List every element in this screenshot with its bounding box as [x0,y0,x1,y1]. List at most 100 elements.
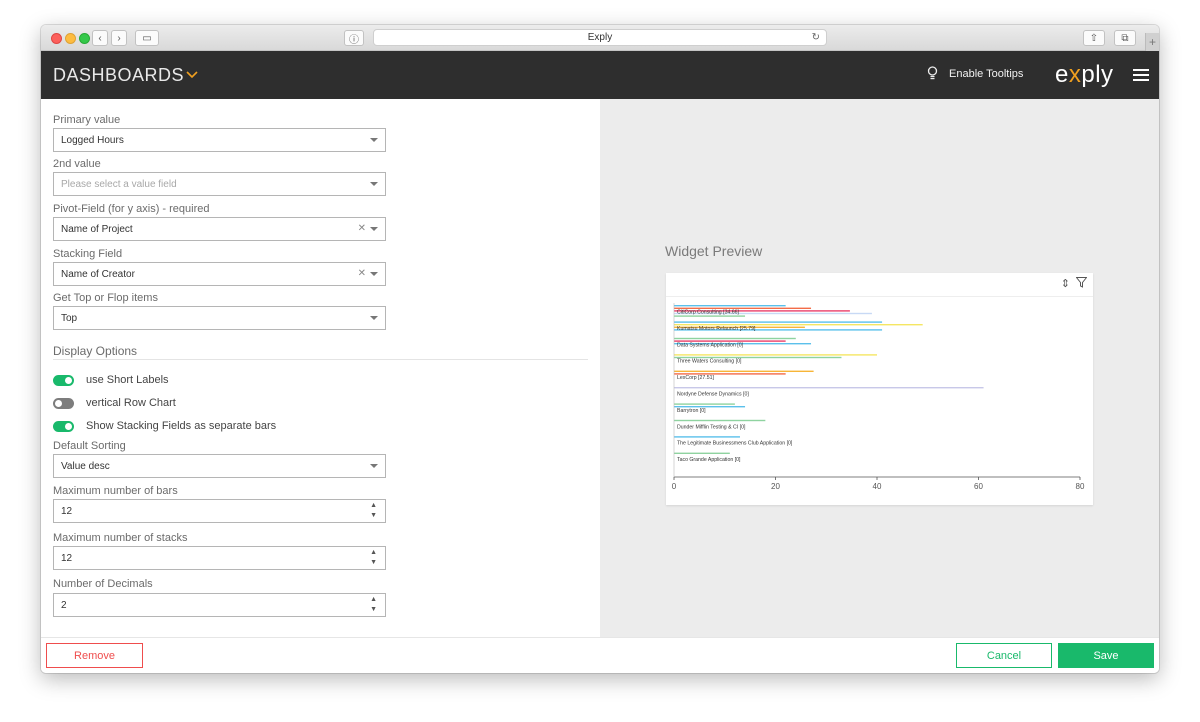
separate-bars-toggle[interactable] [53,421,74,432]
cancel-button[interactable]: Cancel [956,643,1052,668]
reload-icon[interactable]: ↻ [812,32,820,43]
bar-category-label: Kumatsu Motors Relaunch [25.79] [677,326,756,332]
second-value-select[interactable]: Please select a value field [53,172,386,196]
caret-down-icon [370,316,378,320]
clear-icon[interactable]: ✕ [358,268,366,279]
filter-icon[interactable] [1075,277,1088,288]
display-options-heading: Display Options [53,344,138,358]
sort-icon[interactable]: ⇕ [1061,278,1070,290]
chart-bar [674,315,746,317]
minimize-window-button[interactable] [65,33,76,44]
chart-bar [674,370,814,372]
max-bars-input[interactable]: 12 ▲ ▼ [53,499,386,523]
remove-button[interactable]: Remove [46,643,143,668]
bar-category-label: Nordyne Defense Dynamics [0] [677,392,749,398]
x-tick-label: 40 [873,482,882,491]
tabs-overview-button[interactable]: ⧉ [1114,30,1136,46]
x-tick-label: 0 [672,482,677,491]
save-button[interactable]: Save [1058,643,1154,668]
chart-bar [674,387,984,389]
stepper-icon[interactable]: ▲ ▼ [370,595,377,615]
enable-tooltips-toggle[interactable]: Enable Tooltips [949,68,1023,80]
chevron-left-icon: ‹ [98,32,102,44]
tabs-icon: ⧉ [1121,32,1129,44]
short-labels-toggle[interactable] [53,375,74,386]
forward-button[interactable]: › [111,30,127,46]
max-bars-label: Maximum number of bars [53,485,178,497]
caret-down-icon [370,138,378,142]
primary-value-label: Primary value [53,114,121,126]
caret-down-icon [370,182,378,186]
plus-icon: + [1148,35,1156,49]
caret-down-icon [370,272,378,276]
share-icon: ⇧ [1089,32,1099,44]
chart-bar [674,354,877,356]
caret-down-icon [370,227,378,231]
widget-settings-form: Primary value Logged Hours 2nd value Ple… [41,99,600,637]
chart-bar [674,403,735,405]
bar-category-label: CitiCorp Consulting [34.66] [677,310,740,316]
vertical-row-chart-toggle[interactable] [53,398,74,409]
stepper-icon[interactable]: ▲ ▼ [370,501,377,521]
pivot-field-select[interactable]: Name of Project ✕ [53,217,386,241]
horizontal-bar-chart: CitiCorp Consulting [34.66] Kumatsu Motor… [672,303,1085,491]
chart-bar [674,436,740,438]
default-sorting-label: Default Sorting [53,440,126,452]
sidebar-icon: ▭ [142,32,152,44]
sidebar-toggle-button[interactable]: ▭ [135,30,159,46]
widget-preview-card: ⇕ CitiCorp Consulting [34.66] Kumatsu Mot… [666,273,1093,505]
widget-card-header: ⇕ [666,273,1093,297]
vertical-row-chart-label: vertical Row Chart [86,397,176,409]
stepper-icon[interactable]: ▲ ▼ [370,548,377,568]
chart-bar [674,452,730,454]
lightbulb-icon[interactable] [927,66,938,86]
back-button[interactable]: ‹ [92,30,108,46]
browser-window: ‹ › ▭ ⓘ Exply ↻ ⇧ ⧉ + DASHBOARDS Enable … [41,25,1159,673]
privacy-report-button[interactable]: ⓘ [344,30,364,46]
primary-value-select[interactable]: Logged Hours [53,128,386,152]
bar-category-label: Dunder Mifflin Testing & CI [0] [677,424,746,430]
stacking-field-label: Stacking Field [53,248,123,260]
decimals-input[interactable]: 2 ▲ ▼ [53,593,386,617]
page-tab-title: Exply [587,32,613,43]
bar-category-label: Taco Grande Application [0] [677,457,741,463]
footer-bar: Remove Cancel Save [41,637,1159,673]
bar-category-label: Barrytron [0] [677,408,706,414]
hamburger-menu-icon[interactable] [1133,69,1149,81]
max-stacks-input[interactable]: 12 ▲ ▼ [53,546,386,570]
share-button[interactable]: ⇧ [1083,30,1105,46]
info-circle-icon: ⓘ [349,34,359,46]
short-labels-label: use Short Labels [86,374,169,386]
bar-category-label: Data Systems Application [0] [677,342,744,348]
close-window-button[interactable] [51,33,62,44]
chevron-down-icon[interactable] [186,67,198,82]
widget-preview-title: Widget Preview [665,243,763,259]
stacking-field-select[interactable]: Name of Creator ✕ [53,262,386,286]
chart-bar [674,337,796,340]
chevron-right-icon: › [117,32,121,44]
bar-category-label: The Legitimate Businessmens Club Applica… [677,441,793,447]
second-value-label: 2nd value [53,158,101,170]
top-flop-select[interactable]: Top [53,306,386,330]
maximize-window-button[interactable] [79,33,90,44]
preview-panel: Widget Preview ⇕ CitiCorp Consulting [34… [600,99,1159,637]
dashboards-menu-title[interactable]: DASHBOARDS [53,65,184,86]
caret-down-icon [370,464,378,468]
chart-bar [674,419,766,422]
app-header: DASHBOARDS Enable Tooltips exply [41,51,1159,99]
chart-bar [674,305,786,307]
x-tick-label: 60 [974,482,983,491]
pivot-field-label: Pivot-Field (for y axis) - required [53,203,210,215]
bar-category-label: Three Waters Consulting [0] [677,359,742,365]
new-tab-button[interactable]: + [1145,33,1159,51]
browser-titlebar: ‹ › ▭ ⓘ Exply ↻ ⇧ ⧉ + [41,25,1159,51]
chart-bar [674,321,883,323]
section-divider [53,359,588,360]
default-sorting-select[interactable]: Value desc [53,454,386,478]
separate-bars-label: Show Stacking Fields as separate bars [86,420,277,432]
top-flop-label: Get Top or Flop items [53,292,158,304]
bar-category-label: LexCorp [27.51] [677,375,714,381]
address-bar[interactable]: Exply ↻ [373,29,827,46]
exply-logo: exply [1055,61,1114,88]
clear-icon[interactable]: ✕ [358,223,366,234]
